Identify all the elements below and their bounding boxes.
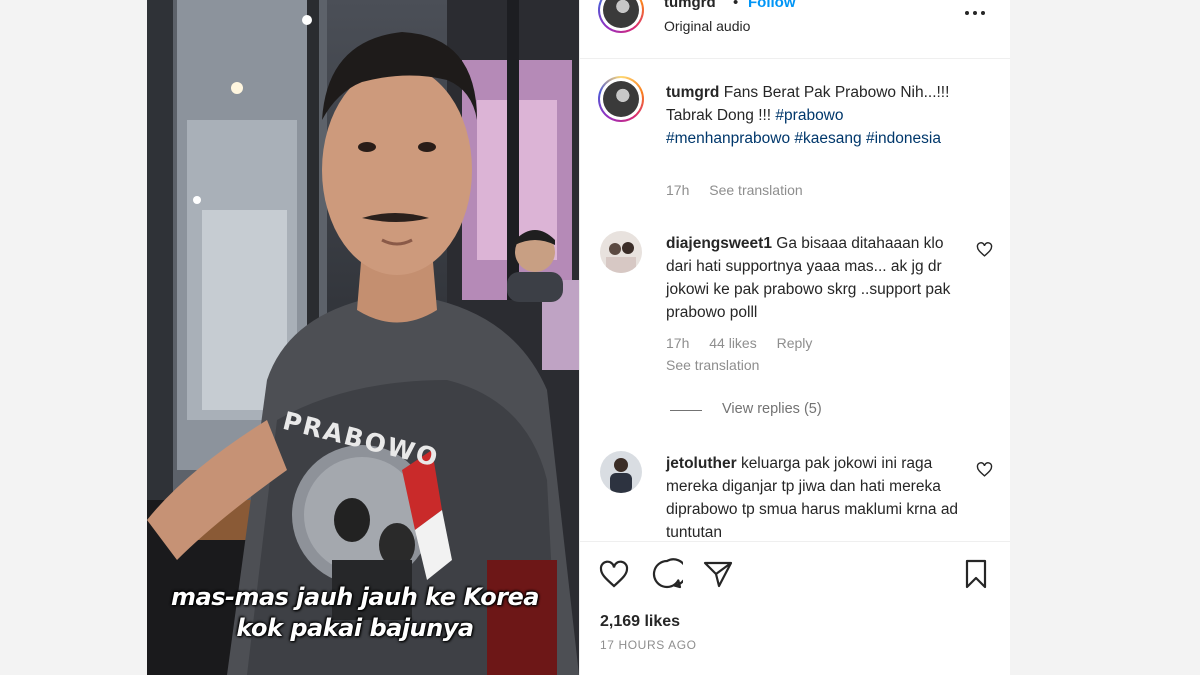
reel-video[interactable]: PRABOWO mas-mas jauh jauh ke Korea kok p… <box>147 0 579 675</box>
follow-button[interactable]: Follow <box>748 0 796 11</box>
likes-count[interactable]: 2,169 likes <box>600 613 680 631</box>
post-timestamp[interactable]: 17 HOURS AGO <box>600 638 697 652</box>
hashtag-prabowo[interactable]: #prabowo <box>775 107 843 124</box>
comment-text: jetoluther keluarga pak jokowi ini raga … <box>666 452 966 541</box>
save-bookmark-icon[interactable] <box>960 558 992 590</box>
comment-text: diajengsweet1 Ga bisaaa ditahaaan klo da… <box>666 232 966 324</box>
comment-username[interactable]: diajengsweet1 <box>666 235 772 252</box>
comment-bubble-icon[interactable] <box>651 558 688 590</box>
comment-meta: 17h 44 likes Reply <box>666 335 828 351</box>
post-header: tumgrd • Follow Original audio <box>580 0 1010 59</box>
post-modal: PRABOWO mas-mas jauh jauh ke Korea kok p… <box>147 0 1010 675</box>
comment-see-translation[interactable]: See translation <box>666 357 759 373</box>
video-subtitle-line-1: mas-mas jauh jauh ke Korea <box>170 583 540 611</box>
view-replies-line <box>670 410 702 411</box>
comment-like-heart-icon[interactable] <box>976 461 993 478</box>
comments-section[interactable]: tumgrd Fans Berat Pak Prabowo Nih...!!! … <box>580 59 1010 541</box>
caption-username[interactable]: tumgrd <box>666 84 719 101</box>
comment-reply-button[interactable]: Reply <box>777 335 813 351</box>
hashtag-indonesia[interactable]: #indonesia <box>866 130 941 147</box>
hashtag-menhanprabowo[interactable]: #menhanprabowo <box>666 130 790 147</box>
hashtag-kaesang[interactable]: #kaesang <box>794 130 861 147</box>
more-options-icon[interactable] <box>961 3 989 23</box>
comment-like-heart-icon[interactable] <box>976 241 993 258</box>
like-heart-icon[interactable] <box>598 558 630 590</box>
commenter-avatar[interactable] <box>600 231 642 273</box>
post-sidebar: tumgrd • Follow Original audio tumgrd Fa… <box>579 0 1010 675</box>
post-actions: 2,169 likes 17 HOURS AGO <box>580 541 1010 675</box>
author-avatar[interactable] <box>598 0 644 33</box>
video-frame <box>147 0 579 675</box>
audio-label[interactable]: Original audio <box>664 18 750 34</box>
video-subtitle-line-2: kok pakai bajunya <box>236 614 474 642</box>
caption-time[interactable]: 17h <box>666 182 689 198</box>
share-paper-plane-icon[interactable] <box>702 558 734 590</box>
author-username[interactable]: tumgrd <box>664 0 716 11</box>
comment-username[interactable]: jetoluther <box>666 455 737 472</box>
caption-meta: 17h See translation <box>666 182 819 198</box>
comment-time[interactable]: 17h <box>666 335 689 351</box>
commenter-avatar[interactable] <box>600 451 642 493</box>
comment-likes-count[interactable]: 44 likes <box>709 335 756 351</box>
view-replies-button[interactable]: View replies (5) <box>722 401 822 417</box>
caption-text: tumgrd Fans Berat Pak Prabowo Nih...!!! … <box>666 81 966 150</box>
caption-see-translation[interactable]: See translation <box>709 182 802 198</box>
header-separator: • <box>733 0 739 11</box>
caption-author-avatar[interactable] <box>598 76 644 122</box>
